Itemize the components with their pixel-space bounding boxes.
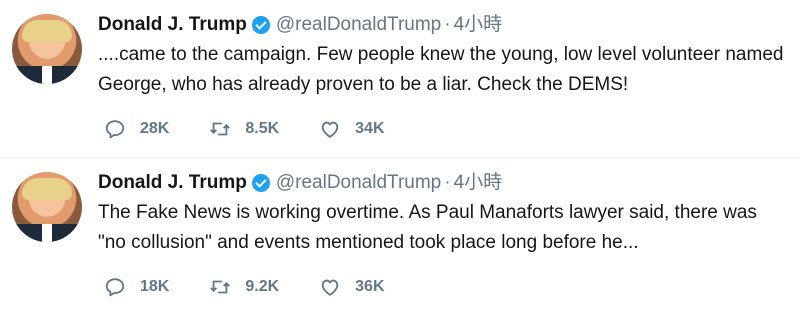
verified-badge-icon [251,174,270,192]
author-handle[interactable]: @realDonaldTrump [276,170,441,196]
reply-count: 28K [140,120,170,137]
like-icon [321,279,339,296]
tweet-text: The Fake News is working overtime. As Pa… [98,202,757,253]
author-name[interactable]: Donald J. Trump [98,12,247,38]
avatar-shirt [42,66,52,84]
reply-icon [105,278,125,297]
retweet-button[interactable]: 8.5K [209,118,279,140]
tweet-actions: 18K 9.2K 36K [104,276,425,298]
verified-badge-icon [251,16,270,34]
like-button[interactable]: 34K [319,118,385,140]
reply-button[interactable]: 18K [104,276,169,298]
tweet-actions: 28K 8.5K 34K [104,118,425,140]
like-count: 34K [355,120,385,137]
retweet-count: 8.5K [245,120,280,137]
retweet-button[interactable]: 9.2K [209,276,279,298]
like-icon [321,121,339,138]
like-button[interactable]: 36K [319,276,385,298]
reply-button[interactable]: 28K [104,118,169,140]
avatar[interactable] [12,172,82,242]
tweet-text: ....came to the campaign. Few people kne… [98,44,784,95]
author-handle[interactable]: @realDonaldTrump [276,12,441,38]
tweet-header: Donald J. Trump @realDonaldTrump · 4小時 [98,12,790,38]
avatar-hair [22,20,72,42]
timestamp[interactable]: 4小時 [454,12,503,38]
separator: · [444,172,451,193]
avatar-hair [22,178,72,200]
avatar[interactable] [12,14,82,84]
timestamp[interactable]: 4小時 [454,170,503,196]
separator: · [444,14,451,35]
retweet-icon [210,122,231,136]
tweet-header: Donald J. Trump @realDonaldTrump · 4小時 [98,170,790,196]
retweet-count: 9.2K [245,278,280,295]
tweet-content: Donald J. Trump @realDonaldTrump · 4小時 .… [98,12,790,100]
reply-icon [105,120,125,139]
like-count: 36K [355,278,385,295]
tweet[interactable]: Donald J. Trump @realDonaldTrump · 4小時 .… [0,0,800,157]
tweet-feed: Donald J. Trump @realDonaldTrump · 4小時 .… [0,0,800,314]
tweet-content: Donald J. Trump @realDonaldTrump · 4小時 T… [98,170,790,258]
reply-count: 18K [140,278,170,295]
tweet[interactable]: Donald J. Trump @realDonaldTrump · 4小時 T… [0,157,800,314]
author-name[interactable]: Donald J. Trump [98,170,247,196]
avatar-shirt [42,224,52,242]
retweet-icon [210,280,231,294]
